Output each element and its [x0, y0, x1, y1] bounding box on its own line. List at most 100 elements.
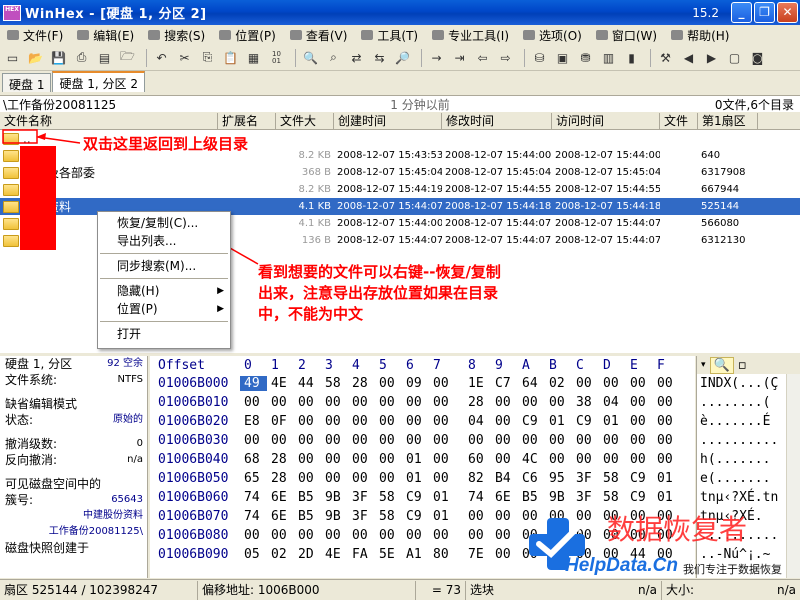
- context-menu-item[interactable]: 位置(P) ▶: [98, 300, 230, 318]
- magnifier-icon[interactable]: 🔍: [709, 356, 734, 374]
- hex-byte[interactable]: 00: [572, 433, 599, 448]
- hex-byte[interactable]: 00: [348, 471, 375, 486]
- hex-byte[interactable]: 00: [294, 528, 321, 543]
- hex-byte[interactable]: 3F: [572, 490, 599, 505]
- find-hex-icon[interactable]: ⌕: [324, 48, 343, 67]
- hex-byte[interactable]: 64: [518, 376, 545, 391]
- hex-byte[interactable]: 00: [572, 376, 599, 391]
- hex-byte[interactable]: 00: [518, 395, 545, 410]
- close-button[interactable]: ✕: [777, 2, 798, 23]
- menu-item-0[interactable]: 文件(F): [0, 27, 70, 44]
- hex-byte[interactable]: 7E: [464, 547, 491, 562]
- hex-byte[interactable]: 01: [429, 490, 456, 505]
- hex-byte[interactable]: 00: [348, 395, 375, 410]
- hex-byte[interactable]: 00: [626, 376, 653, 391]
- hex-byte[interactable]: B5: [518, 490, 545, 505]
- prev-icon[interactable]: ◀: [679, 48, 698, 67]
- hex-byte[interactable]: 00: [294, 452, 321, 467]
- hex-byte[interactable]: B5: [294, 509, 321, 524]
- hex-byte[interactable]: 00: [626, 452, 653, 467]
- hex-byte[interactable]: 2D: [294, 547, 321, 562]
- hex-byte[interactable]: 00: [545, 433, 572, 448]
- hex-byte[interactable]: C7: [491, 376, 518, 391]
- hex-byte[interactable]: 00: [572, 452, 599, 467]
- hex-byte[interactable]: 65: [240, 471, 267, 486]
- hex-byte[interactable]: C9: [518, 414, 545, 429]
- window-icon[interactable]: ▢: [725, 48, 744, 67]
- hex-byte[interactable]: 28: [267, 471, 294, 486]
- column-header-0[interactable]: 文件名称: [0, 113, 218, 129]
- hex-byte[interactable]: 00: [464, 528, 491, 543]
- hex-byte[interactable]: 00: [429, 433, 456, 448]
- text-line[interactable]: è.......É: [697, 412, 800, 431]
- vertical-scrollbar[interactable]: [786, 374, 800, 578]
- hex-byte[interactable]: 74: [240, 490, 267, 505]
- text-line[interactable]: INDX(...(Ç: [697, 374, 800, 393]
- hex-byte[interactable]: C9: [572, 414, 599, 429]
- tools-icon[interactable]: ⚒: [656, 48, 675, 67]
- disk-clone-icon[interactable]: ⛃: [576, 48, 595, 67]
- hex-byte[interactable]: E8: [240, 414, 267, 429]
- hex-byte[interactable]: 00: [491, 547, 518, 562]
- menu-item-3[interactable]: 位置(P): [212, 27, 283, 44]
- hex-byte[interactable]: 00: [464, 509, 491, 524]
- hex-byte[interactable]: 38: [572, 395, 599, 410]
- hex-byte[interactable]: 00: [321, 433, 348, 448]
- hex-byte[interactable]: 00: [429, 528, 456, 543]
- column-header-6[interactable]: 文件: [660, 113, 698, 129]
- find-again-icon[interactable]: 🔎: [393, 48, 412, 67]
- menu-item-6[interactable]: 专业工具(I): [425, 27, 516, 44]
- menu-item-4[interactable]: 查看(V): [283, 27, 355, 44]
- hex-byte[interactable]: 00: [294, 414, 321, 429]
- context-menu-item[interactable]: 隐藏(H) ▶: [98, 282, 230, 300]
- replace-hex-icon[interactable]: ⇆: [370, 48, 389, 67]
- hex-byte[interactable]: 00: [375, 452, 402, 467]
- new-icon[interactable]: ▭: [3, 48, 22, 67]
- column-header-7[interactable]: 第1扇区: [698, 113, 758, 129]
- hex-byte[interactable]: 00: [464, 433, 491, 448]
- hex-byte[interactable]: C6: [518, 471, 545, 486]
- hex-byte[interactable]: 00: [294, 395, 321, 410]
- hex-byte[interactable]: 74: [464, 490, 491, 505]
- hex-byte[interactable]: 00: [267, 528, 294, 543]
- hex-byte[interactable]: 00: [375, 395, 402, 410]
- hex-byte[interactable]: 00: [653, 395, 680, 410]
- hex-byte[interactable]: 00: [491, 395, 518, 410]
- hex-byte[interactable]: 00: [518, 433, 545, 448]
- column-header-5[interactable]: 访问时间: [552, 113, 660, 129]
- replace-text-icon[interactable]: ⇄: [347, 48, 366, 67]
- hex-byte[interactable]: 00: [240, 395, 267, 410]
- hex-byte[interactable]: 00: [321, 471, 348, 486]
- hex-byte[interactable]: A1: [402, 547, 429, 562]
- tab-0[interactable]: 硬盘 1: [2, 73, 52, 92]
- hex-byte[interactable]: 00: [545, 452, 572, 467]
- ram-edit-icon[interactable]: ▣: [553, 48, 572, 67]
- text-line[interactable]: ........(: [697, 393, 800, 412]
- hex-byte[interactable]: 00: [429, 414, 456, 429]
- hex-byte[interactable]: 68: [240, 452, 267, 467]
- calculator-icon[interactable]: ▥: [599, 48, 618, 67]
- hex-byte[interactable]: 01: [402, 471, 429, 486]
- hex-byte[interactable]: 01: [653, 490, 680, 505]
- hex-byte[interactable]: 6E: [267, 490, 294, 505]
- hex-byte[interactable]: 01: [402, 452, 429, 467]
- hex-byte[interactable]: 58: [321, 376, 348, 391]
- context-menu-item[interactable]: 打开: [98, 325, 230, 343]
- menu-item-7[interactable]: 选项(O): [516, 27, 589, 44]
- hex-byte[interactable]: 00: [240, 528, 267, 543]
- hex-byte[interactable]: 00: [375, 471, 402, 486]
- column-header-4[interactable]: 修改时间: [442, 113, 552, 129]
- hex-byte[interactable]: 02: [545, 376, 572, 391]
- column-header-1[interactable]: 扩展名: [218, 113, 276, 129]
- hex-byte[interactable]: 00: [429, 452, 456, 467]
- hex-byte[interactable]: 00: [599, 433, 626, 448]
- hex-byte[interactable]: 00: [626, 433, 653, 448]
- hex-byte[interactable]: B4: [491, 471, 518, 486]
- hex-byte[interactable]: 0F: [267, 414, 294, 429]
- hex-byte[interactable]: 00: [402, 395, 429, 410]
- hex-byte[interactable]: 9B: [321, 509, 348, 524]
- cut-icon[interactable]: ✂: [175, 48, 194, 67]
- menu-item-2[interactable]: 搜索(S): [141, 27, 212, 44]
- save-icon[interactable]: 💾: [49, 48, 68, 67]
- binary-icon[interactable]: 10 01: [267, 48, 286, 67]
